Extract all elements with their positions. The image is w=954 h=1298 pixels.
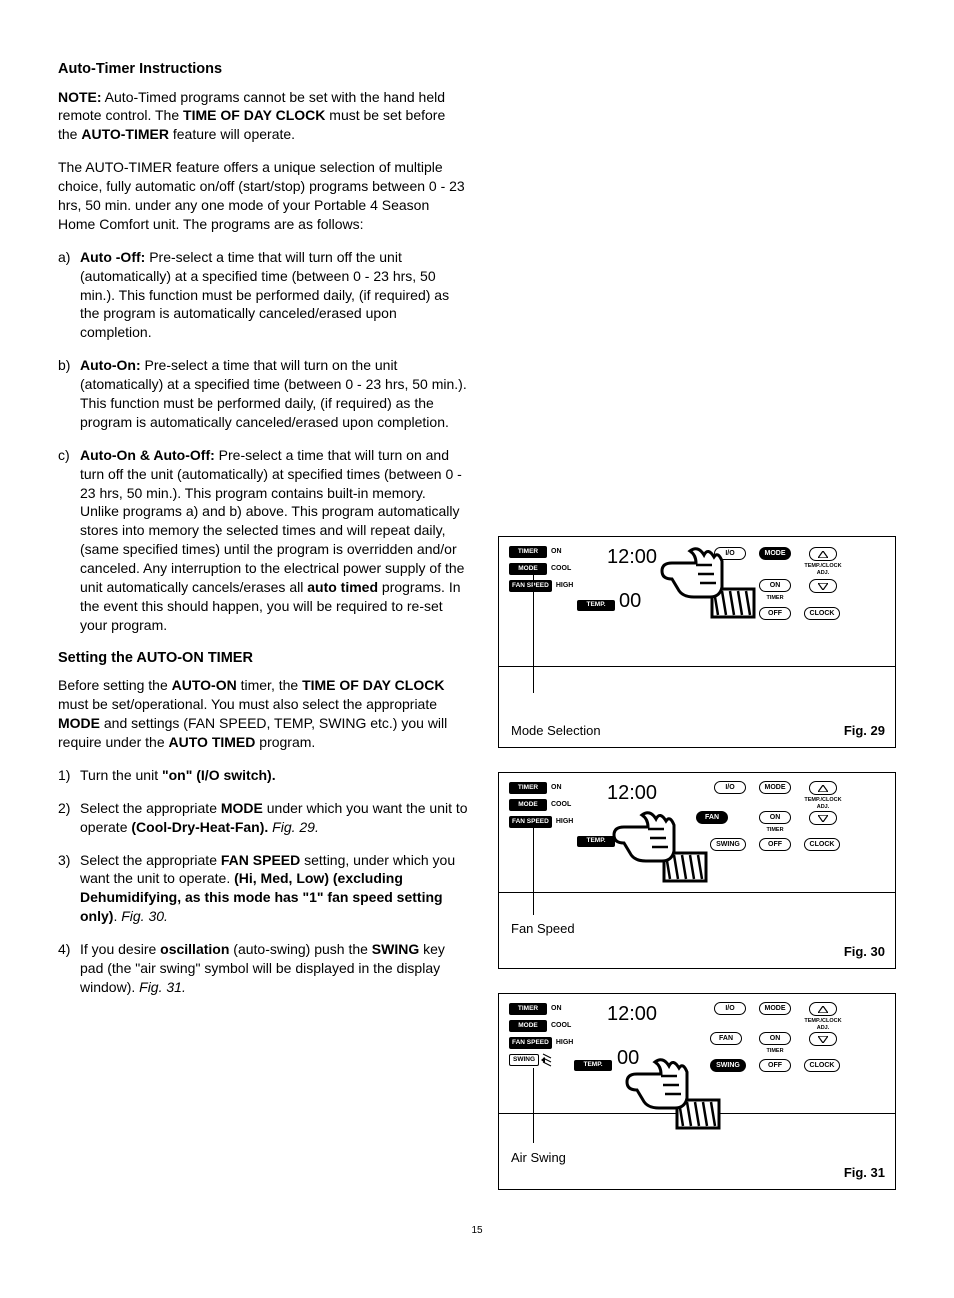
on-button[interactable]: ON bbox=[759, 1032, 791, 1045]
clock-button[interactable]: CLOCK bbox=[804, 838, 840, 851]
fan-button[interactable]: FAN bbox=[710, 1032, 742, 1045]
up-button[interactable] bbox=[809, 1002, 837, 1016]
swing-icon bbox=[541, 1052, 555, 1068]
intro-paragraph: The AUTO-TIMER feature offers a unique s… bbox=[58, 158, 468, 234]
triangle-down-icon bbox=[818, 1036, 828, 1043]
on-button[interactable]: ON bbox=[759, 811, 791, 824]
down-button[interactable] bbox=[809, 579, 837, 593]
hand-icon bbox=[606, 805, 726, 895]
list-item: a) Auto -Off: Pre-select a time that wil… bbox=[58, 248, 468, 342]
list-item: 4) If you desire oscillation (auto-swing… bbox=[58, 940, 468, 997]
lcd-time: 12:00 bbox=[607, 780, 657, 807]
figure-panel-29: TIMERON MODECOOL FAN SPEEDHIGH TEMP. 12:… bbox=[498, 536, 896, 748]
io-button[interactable]: I/O bbox=[714, 1002, 746, 1015]
page-number: 15 bbox=[58, 1224, 896, 1238]
section-title: Setting the AUTO-ON TIMER bbox=[58, 649, 468, 669]
up-button[interactable] bbox=[809, 547, 837, 561]
off-button[interactable]: OFF bbox=[759, 1059, 791, 1072]
clock-button[interactable]: CLOCK bbox=[804, 1059, 840, 1072]
figure-panel-30: TIMERON MODECOOL FAN SPEEDHIGH TEMP. 12:… bbox=[498, 772, 896, 969]
figure-panel-31: TIMERON MODECOOL FAN SPEEDHIGH SWING TEM… bbox=[498, 993, 896, 1190]
note-paragraph: NOTE: Auto-Timed programs cannot be set … bbox=[58, 88, 468, 145]
mode-button[interactable]: MODE bbox=[759, 781, 791, 794]
clock-button[interactable]: CLOCK bbox=[804, 607, 840, 620]
triangle-up-icon bbox=[818, 551, 828, 558]
list-item: 3) Select the appropriate FAN SPEED sett… bbox=[58, 851, 468, 927]
hand-icon bbox=[619, 1052, 739, 1142]
figure-label: Fig. 31 bbox=[844, 1164, 885, 1182]
list-item: b) Auto-On: Pre-select a time that will … bbox=[58, 356, 468, 432]
triangle-down-icon bbox=[818, 583, 828, 590]
list-item: c) Auto-On & Auto-Off: Pre-select a time… bbox=[58, 446, 468, 635]
section-title: Auto-Timer Instructions bbox=[58, 60, 468, 80]
figure-label: Fig. 30 bbox=[844, 943, 885, 961]
triangle-up-icon bbox=[818, 785, 828, 792]
mode-button[interactable]: MODE bbox=[759, 1002, 791, 1015]
lcd-time: 12:00 bbox=[607, 1001, 657, 1028]
list-item: 2) Select the appropriate MODE under whi… bbox=[58, 799, 468, 837]
figure-label: Fig. 29 bbox=[844, 722, 885, 740]
down-button[interactable] bbox=[809, 1032, 837, 1046]
io-button[interactable]: I/O bbox=[714, 781, 746, 794]
list-item: 1) Turn the unit "on" (I/O switch). bbox=[58, 766, 468, 785]
down-button[interactable] bbox=[809, 811, 837, 825]
triangle-up-icon bbox=[818, 1006, 828, 1013]
off-button[interactable]: OFF bbox=[759, 838, 791, 851]
paragraph: Before setting the AUTO-ON timer, the TI… bbox=[58, 676, 468, 752]
triangle-down-icon bbox=[818, 815, 828, 822]
callout: Fan Speed bbox=[511, 920, 575, 938]
up-button[interactable] bbox=[809, 781, 837, 795]
lcd-area: TIMERON MODECOOL FAN SPEEDHIGH TEMP. 12:… bbox=[499, 537, 654, 666]
lcd-time: 12:00 bbox=[607, 544, 657, 571]
hand-icon bbox=[654, 541, 774, 631]
lcd-temp: 00 bbox=[619, 588, 641, 615]
callout: Mode Selection bbox=[511, 723, 601, 739]
callout: Air Swing bbox=[511, 1149, 566, 1167]
